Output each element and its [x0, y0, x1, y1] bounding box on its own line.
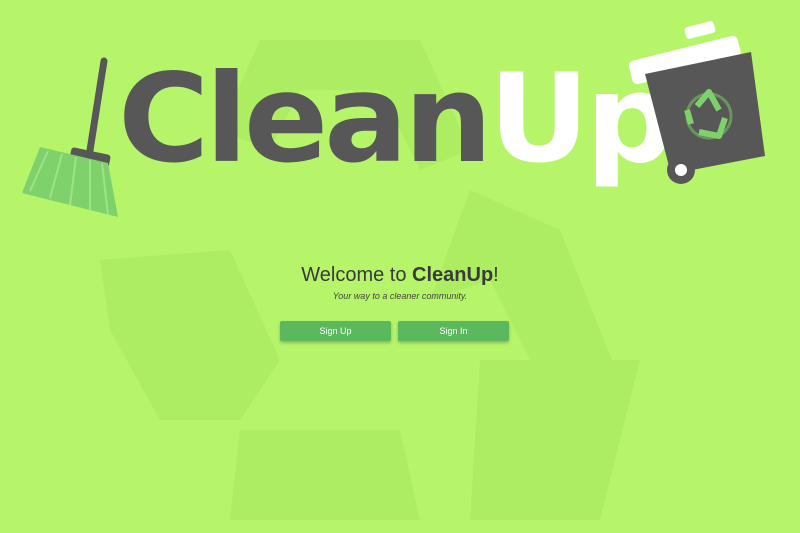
sign-up-button[interactable]: Sign Up	[280, 321, 391, 341]
logo-wordmark: CleanUp	[118, 58, 675, 180]
welcome-heading: Welcome to CleanUp!	[0, 264, 800, 287]
welcome-prefix: Welcome to	[301, 264, 413, 286]
tagline: Your way to a cleaner community.	[332, 291, 468, 301]
welcome-brand: CleanUp	[412, 264, 494, 286]
welcome-suffix: !	[493, 264, 499, 286]
broom-icon	[22, 57, 118, 217]
recycle-bin-icon	[628, 21, 765, 184]
sign-in-button[interactable]: Sign In	[398, 321, 509, 341]
cleanup-logo: CleanUp	[0, 0, 800, 240]
logo-word-clean: Clean	[118, 48, 493, 190]
